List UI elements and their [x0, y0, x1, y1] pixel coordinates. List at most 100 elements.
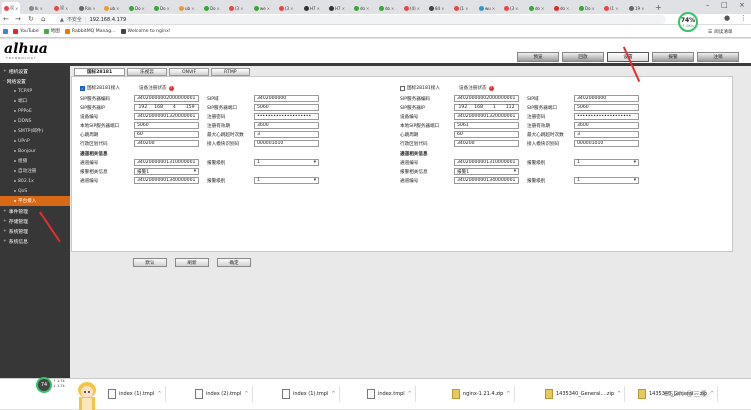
field-input[interactable]: 60: [134, 131, 199, 138]
close-icon[interactable]: ×: [391, 6, 394, 11]
close-icon[interactable]: ×: [116, 6, 119, 11]
close-icon[interactable]: ×: [191, 6, 194, 11]
browser-tab[interactable]: (1 ×: [452, 2, 470, 14]
field-input[interactable]: 5060: [574, 104, 639, 111]
forward-icon[interactable]: →: [15, 15, 21, 23]
close-icon[interactable]: ×: [217, 6, 220, 11]
browser-tab[interactable]: do ×: [552, 2, 570, 14]
main-tab[interactable]: 注销: [697, 52, 739, 62]
field-input[interactable]: ••••••••••••••••••••: [254, 113, 319, 120]
sidebar-item[interactable]: 平台接入: [0, 196, 70, 206]
close-icon[interactable]: ×: [492, 6, 495, 11]
close-icon[interactable]: ×: [92, 6, 95, 11]
ip-input[interactable]: 192 168 4 159: [134, 104, 199, 111]
download-item[interactable]: nginx-1.21.4.zip ^: [452, 386, 515, 402]
close-icon[interactable]: ×: [290, 6, 293, 11]
close-icon[interactable]: ×: [240, 6, 243, 11]
browser-tab[interactable]: (1 ×: [602, 2, 620, 14]
browser-tab[interactable]: Do ×: [127, 2, 145, 14]
close-icon[interactable]: ×: [441, 6, 444, 11]
chevron-up-icon[interactable]: ^: [244, 391, 248, 397]
field-input[interactable]: 3402000000: [254, 95, 319, 102]
minimize-icon[interactable]: –: [706, 1, 710, 9]
download-item[interactable]: index (1).tmpl ^: [282, 386, 340, 402]
chevron-up-icon[interactable]: ^: [710, 391, 714, 397]
main-tab[interactable]: 报警: [652, 52, 694, 62]
field-input[interactable]: 3600: [574, 122, 639, 129]
reading-list[interactable]: ☰ 阅读清单: [708, 29, 733, 36]
close-icon[interactable]: ×: [15, 6, 18, 11]
field-input[interactable]: 3: [254, 131, 319, 138]
sidebar-item[interactable]: 自动注册: [0, 166, 70, 176]
channel-input[interactable]: 34020000001340000001: [454, 177, 519, 184]
browser-tab[interactable]: do ×: [527, 2, 545, 14]
channel-input[interactable]: 34020000001310000001: [134, 159, 199, 166]
main-tab[interactable]: 预览: [517, 52, 559, 62]
toggle-icon[interactable]: +: [3, 239, 7, 244]
sidebar-item[interactable]: UPnP: [0, 136, 70, 146]
apps-icon[interactable]: [3, 28, 8, 34]
refresh-button[interactable]: 刷新: [175, 258, 209, 267]
chevron-up-icon[interactable]: ^: [331, 391, 335, 397]
close-icon[interactable]: ×: [566, 6, 569, 11]
toggle-icon[interactable]: +: [3, 209, 7, 214]
content-tab[interactable]: RTMP: [211, 68, 250, 76]
main-tab[interactable]: 回放: [562, 52, 604, 62]
level-select[interactable]: 1 ▾: [254, 159, 319, 166]
channel-input[interactable]: 34020000001310000001: [454, 159, 519, 166]
sidebar-item[interactable]: DDNS: [0, 116, 70, 126]
home-icon[interactable]: ⌂: [41, 15, 45, 23]
browser-tab[interactable]: (4) ×: [402, 2, 420, 14]
field-input[interactable]: 5060: [134, 122, 199, 129]
close-icon[interactable]: ×: [541, 6, 544, 11]
close-icon[interactable]: ×: [592, 6, 595, 11]
close-icon[interactable]: ×: [366, 6, 369, 11]
close-icon[interactable]: ×: [167, 6, 170, 11]
ip-input[interactable]: 192 168 1 112: [454, 104, 519, 111]
browser-tab[interactable]: 19 ×: [627, 2, 645, 14]
level-select[interactable]: 1 ▾: [254, 177, 319, 184]
close-icon[interactable]: ×: [615, 6, 618, 11]
browser-tab[interactable]: Do ×: [152, 2, 170, 14]
enable-checkbox-row[interactable]: 国标28181接入: [400, 85, 440, 91]
browser-tab[interactable]: wu ×: [477, 2, 495, 14]
sidebar-group[interactable]: - 网络设置: [0, 76, 70, 86]
download-item[interactable]: index (1).tmpl ^: [108, 386, 166, 402]
browser-tab[interactable]: 设 ×: [2, 2, 20, 14]
toggle-icon[interactable]: +: [3, 69, 7, 74]
close-icon[interactable]: ×: [267, 6, 270, 11]
enable-checkbox-row[interactable]: ✓ 国标28181接入: [80, 85, 120, 91]
field-input[interactable]: 000001010: [574, 140, 639, 147]
field-input[interactable]: 34020000002000000001: [454, 95, 519, 102]
field-input[interactable]: 34020000002000000001: [134, 95, 199, 102]
browser-tab[interactable]: Ik ×: [27, 2, 45, 14]
sidebar-group[interactable]: + 相机设置: [0, 66, 70, 76]
browser-tab[interactable]: do ×: [377, 2, 395, 14]
download-item[interactable]: index.tmpl ^: [367, 386, 416, 402]
field-input[interactable]: 340200: [454, 140, 519, 147]
browser-tab[interactable]: (3 ×: [502, 2, 520, 14]
chevron-up-icon[interactable]: ^: [157, 391, 161, 397]
sidebar-item[interactable]: 802.1x: [0, 176, 70, 186]
close-icon[interactable]: ×: [342, 6, 345, 11]
window-close-icon[interactable]: ×: [739, 1, 745, 9]
toggle-icon[interactable]: +: [3, 229, 7, 234]
chevron-up-icon[interactable]: ^: [617, 391, 621, 397]
browser-tab[interactable]: H7 ×: [302, 2, 320, 14]
sidebar-group[interactable]: + 存储管理: [0, 216, 70, 226]
enable-checkbox[interactable]: ✓: [80, 85, 85, 91]
chevron-up-icon[interactable]: ^: [506, 391, 510, 397]
sidebar-group[interactable]: + 事件管理: [0, 206, 70, 216]
browser-tab[interactable]: Do ×: [202, 2, 220, 14]
maximize-icon[interactable]: □: [721, 1, 728, 9]
new-tab-icon[interactable]: +: [655, 3, 662, 12]
field-input[interactable]: 5060: [254, 104, 319, 111]
reload-icon[interactable]: ↻: [28, 15, 34, 23]
chevron-up-icon[interactable]: ^: [408, 391, 412, 397]
content-tab[interactable]: ONVIF: [168, 68, 210, 76]
field-input[interactable]: 3600: [254, 122, 319, 129]
alarm-select[interactable]: 报警1 ▾: [134, 168, 199, 175]
confirm-button[interactable]: 确定: [217, 258, 251, 267]
content-tab[interactable]: 乐视云: [127, 68, 167, 76]
close-icon[interactable]: ×: [40, 6, 43, 11]
